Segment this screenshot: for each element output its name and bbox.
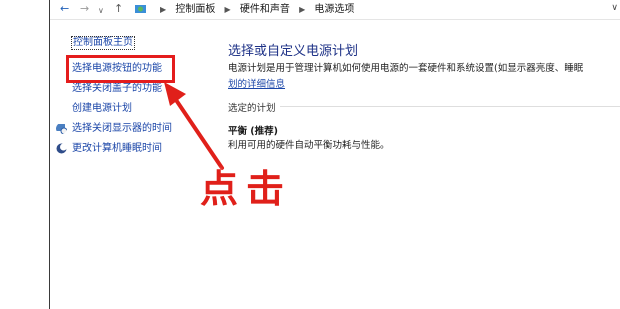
breadcrumb-separator-icon: ▶: [160, 5, 167, 14]
sidebar-item-sleep-time[interactable]: 更改计算机睡眠时间: [72, 143, 162, 155]
forward-arrow-icon[interactable]: →: [80, 3, 89, 15]
address-dropdown-icon[interactable]: ∨: [611, 3, 618, 13]
section-divider: [280, 106, 620, 107]
page-description: 电源计划是用于管理计算机如何使用电源的一套硬件和系统设置(如显示器亮度、睡眠: [228, 63, 584, 74]
recent-locations-chevron-icon[interactable]: ∨: [98, 5, 104, 17]
sidebar-item-create-plan[interactable]: 创建电源计划: [72, 103, 132, 115]
sidebar-item-lid-close[interactable]: 选择关闭盖子的功能: [72, 83, 162, 95]
moon-icon: [56, 143, 67, 154]
breadcrumb-separator-icon[interactable]: ▶: [225, 3, 231, 16]
display-clock-icon: [56, 124, 67, 134]
breadcrumb-separator-icon[interactable]: ▶: [299, 3, 305, 16]
control-panel-icon: [135, 5, 146, 13]
back-arrow-icon[interactable]: ←: [60, 3, 69, 15]
breadcrumb-power-options[interactable]: 电源选项: [314, 3, 354, 16]
sidebar-home-link[interactable]: 控制面板主页: [71, 36, 135, 50]
highlight-box: [66, 55, 175, 83]
breadcrumb-hardware-sound[interactable]: 硬件和声音: [240, 3, 290, 16]
click-annotation: 点击: [200, 166, 293, 211]
address-bar: ← → ∨ ↑ ▶ 控制面板 ▶ 硬件和声音 ▶ 电源选项 ∨: [50, 0, 620, 20]
sidebar-item-display-timeout[interactable]: 选择关闭显示器的时间: [72, 123, 172, 135]
breadcrumb-control-panel[interactable]: 控制面板: [175, 3, 215, 16]
page-title: 选择或自定义电源计划: [228, 44, 359, 59]
up-arrow-icon[interactable]: ↑: [114, 3, 123, 15]
plan-description: 利用可用的硬件自动平衡功耗与性能。: [228, 140, 390, 151]
breadcrumb: ▶ 控制面板 ▶ 硬件和声音 ▶ 电源选项: [154, 3, 354, 16]
